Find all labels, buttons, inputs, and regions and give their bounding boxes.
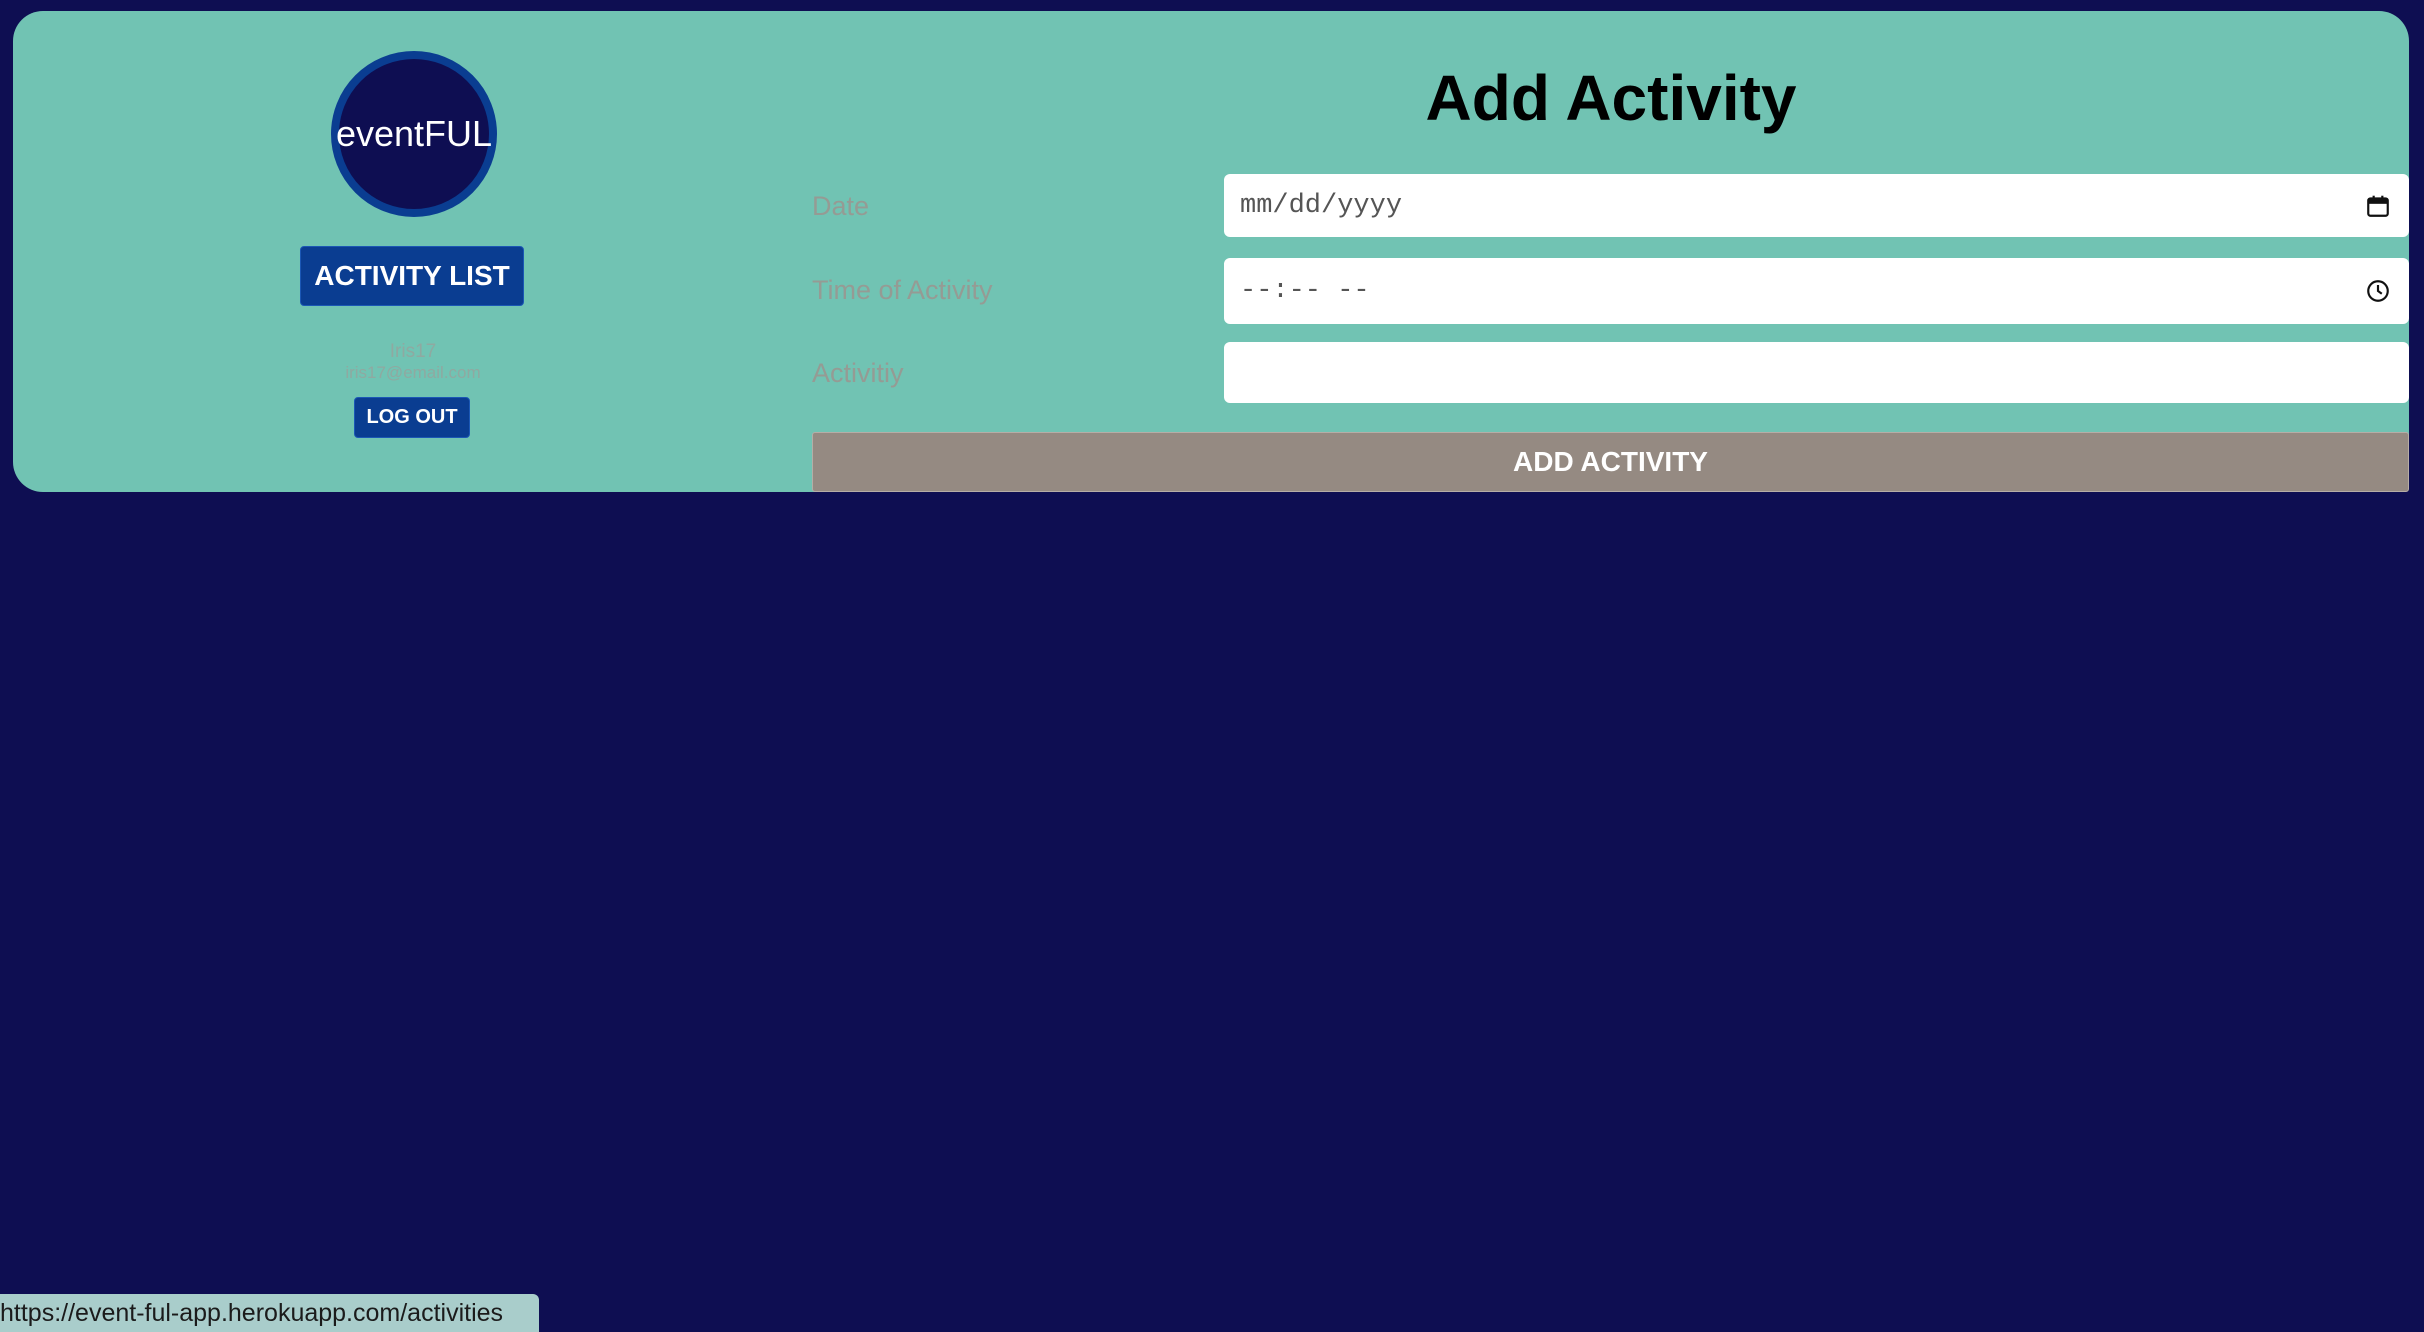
status-bar-url: https://event-ful-app.herokuapp.com/acti… <box>0 1294 539 1332</box>
calendar-icon[interactable] <box>2365 193 2391 219</box>
logout-button[interactable]: LOG OUT <box>354 397 470 438</box>
clock-icon[interactable] <box>2365 278 2391 304</box>
logo-text: eventFUL <box>335 113 493 154</box>
app-logo[interactable]: eventFUL <box>331 51 497 217</box>
page-title: Add Activity <box>1425 62 1797 134</box>
activity-list-button[interactable]: ACTIVITY LIST <box>300 246 524 306</box>
activity-input[interactable] <box>1224 342 2409 403</box>
user-name: Iris17 <box>389 341 437 362</box>
add-activity-button[interactable]: ADD ACTIVITY <box>812 432 2409 492</box>
date-placeholder: mm/dd/yyyy <box>1240 190 1403 221</box>
main-panel: eventFUL ACTIVITY LIST Iris17 iris17@ema… <box>13 11 2409 492</box>
date-label: Date <box>812 191 870 221</box>
time-label: Time of Activity <box>812 275 993 305</box>
time-input[interactable]: --:-- -- <box>1224 258 2409 324</box>
time-placeholder: --:-- -- <box>1240 276 1370 306</box>
date-input[interactable]: mm/dd/yyyy <box>1224 174 2409 237</box>
user-email: iris17@email.com <box>345 363 481 382</box>
activity-label: Activitiy <box>812 358 904 388</box>
